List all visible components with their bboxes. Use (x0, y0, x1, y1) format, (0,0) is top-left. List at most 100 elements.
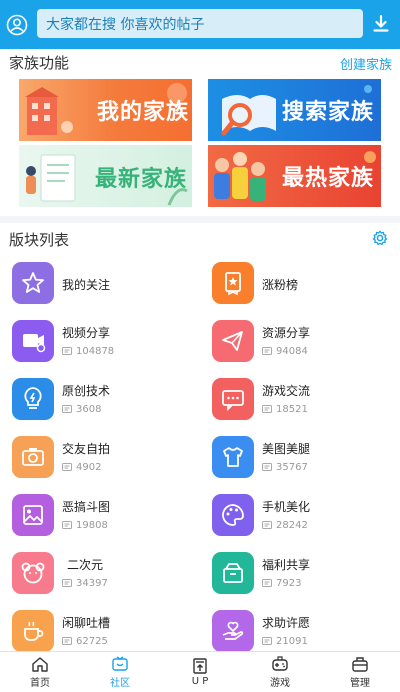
board-item-name: 涨粉榜 (262, 278, 299, 292)
nav-home-label: 首页 (30, 677, 50, 689)
comment-icon (262, 637, 272, 645)
search-placeholder: 大家都在搜 你喜欢的帖子 (46, 16, 205, 33)
nav-home[interactable]: 首页 (0, 652, 80, 692)
paper-plane-icon (212, 320, 254, 362)
post-count: 104878 (62, 346, 114, 357)
board-item[interactable]: 美图美腿 35767 (212, 436, 397, 484)
comment-icon (62, 579, 72, 587)
home-icon (32, 656, 48, 672)
post-count: 4902 (62, 462, 101, 473)
coffee-icon (12, 610, 54, 652)
post-count-value: 94084 (276, 346, 308, 357)
board-item[interactable]: 我的关注 (12, 262, 197, 310)
board-item-name: 二次元 (67, 558, 104, 572)
comment-icon (262, 579, 272, 587)
comment-icon (62, 637, 72, 645)
board-item-name: 恶搞斗图 (62, 500, 111, 514)
board-section-title: 版块列表 (9, 231, 70, 249)
comment-icon (62, 521, 72, 529)
post-count-value: 35767 (276, 462, 308, 473)
family-section-title: 家族功能 (9, 54, 70, 72)
board-item-name: 资源分享 (262, 326, 311, 340)
comment-icon (262, 521, 272, 529)
camera-icon (12, 436, 54, 478)
nav-manage-label: 管理 (350, 677, 370, 689)
nav-games-label: 游戏 (270, 677, 290, 689)
post-count: 28242 (262, 520, 308, 531)
board-item[interactable]: 原创技术 3608 (12, 378, 197, 426)
search-family-label: 搜索家族 (282, 100, 375, 125)
comment-icon (62, 405, 72, 413)
post-count-value: 4902 (76, 462, 102, 473)
board-item-name: 美图美腿 (262, 442, 311, 456)
post-count-value: 18521 (276, 404, 308, 415)
board-item-name: 游戏交流 (262, 384, 311, 398)
post-count: 3608 (62, 404, 101, 415)
newest-family-banner[interactable]: 最新家族 (19, 145, 192, 207)
download-icon (373, 15, 389, 32)
post-count: 7923 (262, 578, 301, 589)
nav-games[interactable]: 游戏 (240, 652, 320, 692)
board-item[interactable]: 资源分享 94084 (212, 320, 397, 368)
upload-icon (193, 657, 207, 674)
download-button[interactable] (370, 12, 392, 36)
post-count-value: 104878 (76, 346, 115, 357)
comment-icon (262, 463, 272, 471)
top-bar: 大家都在搜 你喜欢的帖子 (0, 0, 400, 49)
gear-icon (372, 230, 388, 246)
board-item-name: 闲聊吐槽 (62, 616, 111, 630)
board-item[interactable]: 二次元 34397 (12, 552, 197, 600)
post-count-value: 34397 (76, 578, 108, 589)
board-item[interactable]: 福利共享 7923 (212, 552, 397, 600)
video-icon (12, 320, 54, 362)
board-settings-button[interactable] (372, 230, 388, 250)
board-item[interactable]: 游戏交流 18521 (212, 378, 397, 426)
manage-icon (352, 656, 368, 672)
comment-icon (62, 463, 72, 471)
user-icon (6, 14, 28, 35)
search-input[interactable]: 大家都在搜 你喜欢的帖子 (37, 9, 363, 38)
board-item-name: 交友自拍 (62, 442, 111, 456)
board-item[interactable]: 视频分享 104878 (12, 320, 197, 368)
board-item[interactable]: 恶搞斗图 19808 (12, 494, 197, 542)
nav-community-label: 社区 (110, 677, 130, 689)
board-item-name: 手机美化 (262, 500, 311, 514)
post-count-value: 3608 (76, 404, 102, 415)
bottom-nav: 首页 社区 U P 游戏 管理 (0, 651, 400, 692)
gift-box-icon (212, 552, 254, 594)
nav-up[interactable]: U P (160, 652, 240, 692)
shirt-icon (212, 436, 254, 478)
board-item[interactable]: 涨粉榜 (212, 262, 397, 310)
community-icon (112, 655, 128, 671)
hottest-family-label: 最热家族 (282, 166, 375, 191)
post-count: 34397 (62, 578, 108, 589)
picture-icon (12, 494, 54, 536)
post-count-value: 21091 (276, 636, 308, 647)
post-count-value: 62725 (76, 636, 108, 647)
post-count-value: 28242 (276, 520, 308, 531)
ranking-icon (212, 262, 254, 304)
board-item-name: 福利共享 (262, 558, 311, 572)
board-item-name: 视频分享 (62, 326, 111, 340)
board-item-name: 求助许愿 (262, 616, 311, 630)
my-family-banner[interactable]: 我的家族 (19, 79, 192, 141)
hottest-family-banner[interactable]: 最热家族 (208, 145, 381, 207)
bear-icon (12, 552, 54, 594)
palette-icon (212, 494, 254, 536)
post-count-value: 7923 (276, 578, 302, 589)
nav-manage[interactable]: 管理 (320, 652, 400, 692)
post-count: 21091 (262, 636, 308, 647)
nav-community[interactable]: 社区 (80, 652, 160, 692)
star-icon (12, 262, 54, 304)
comment-icon (262, 347, 272, 355)
board-item[interactable]: 交友自拍 4902 (12, 436, 197, 484)
lightbulb-icon (12, 378, 54, 420)
search-family-banner[interactable]: 搜索家族 (208, 79, 381, 141)
create-family-link[interactable]: 创建家族 (340, 54, 392, 73)
post-count: 35767 (262, 462, 308, 473)
post-count: 94084 (262, 346, 308, 357)
board-item[interactable]: 手机美化 28242 (212, 494, 397, 542)
comment-icon (62, 347, 72, 355)
post-count: 19808 (62, 520, 108, 531)
user-avatar-button[interactable] (0, 0, 34, 49)
